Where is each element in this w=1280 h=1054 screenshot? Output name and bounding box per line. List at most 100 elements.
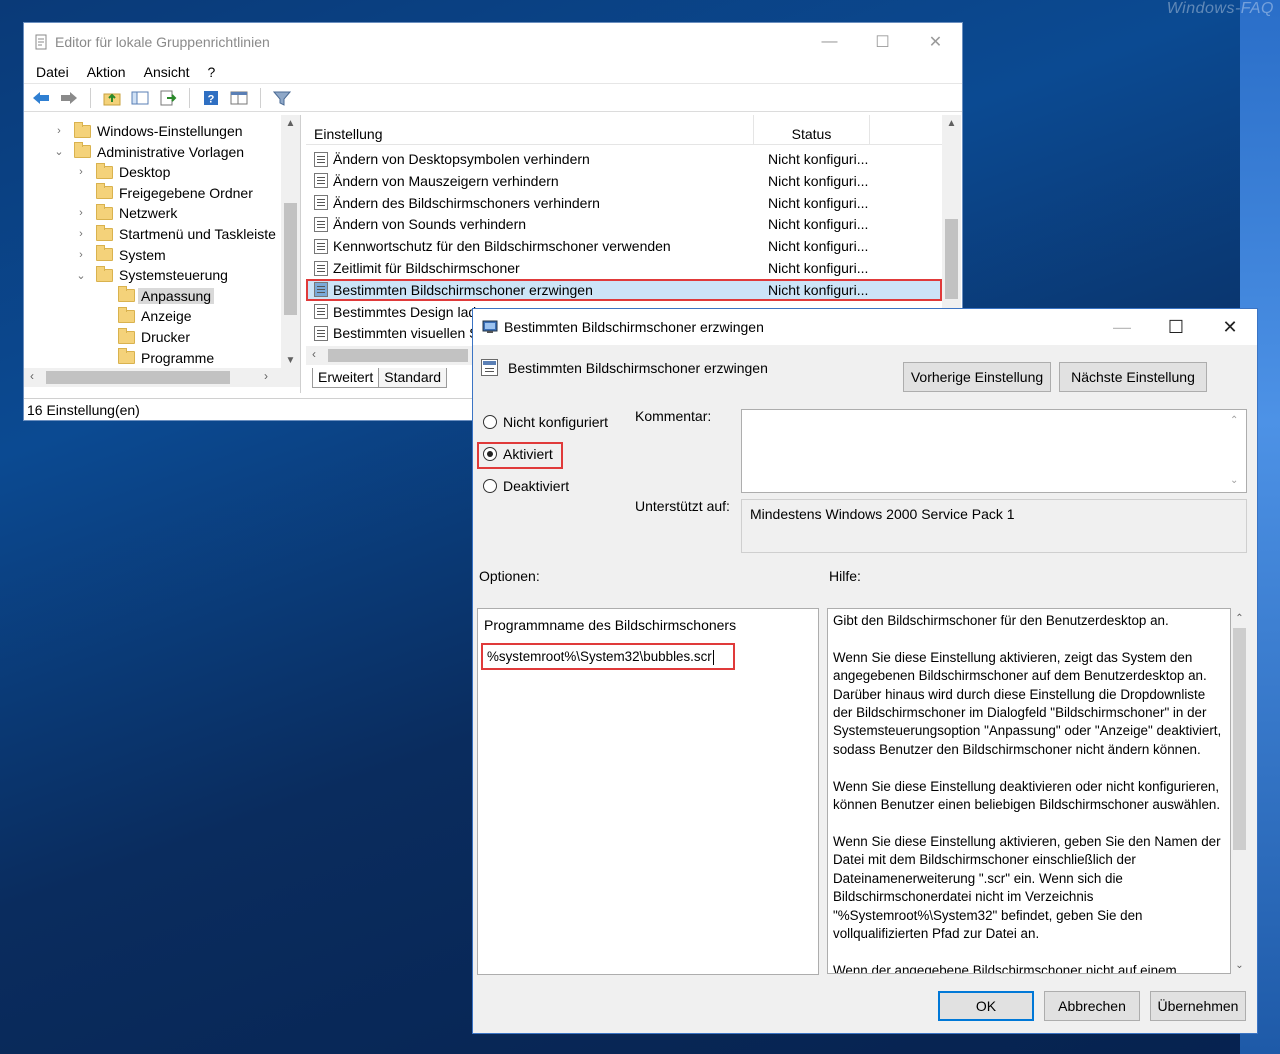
tree-vertical-scrollbar[interactable]: ▲ ▼ [281,115,300,368]
scroll-down-icon[interactable]: ⌄ [1231,960,1248,971]
tree-item[interactable]: › Desktop [74,162,170,182]
tab-standard[interactable]: Standard [379,368,448,388]
next-setting-button[interactable]: Nächste Einstellung [1059,362,1207,392]
folder-icon [96,203,113,220]
toolbar-separator [260,87,261,108]
tree-horizontal-scrollbar[interactable]: ‹ › [24,368,300,387]
expand-down-icon[interactable]: ⌄ [52,145,66,158]
dialog-header: Bestimmten Bildschirmschoner erzwingen [481,359,768,376]
folder-icon [74,121,91,138]
setting-row[interactable]: Ändern von Sounds verhindern Nicht konfig… [306,213,942,235]
setting-row[interactable]: Ändern des Bildschirmschoners verhindern… [306,192,942,214]
radio-not-configured-circle[interactable] [483,415,497,429]
tree-item-label: Administrative Vorlagen [97,143,245,160]
watermark: Windows-FAQ [1166,0,1274,17]
screensaver-program-label: Programmname des Bildschirmschoners [484,617,737,633]
policy-setting-icon [314,325,328,341]
folder-icon [118,286,135,303]
setting-status: Nicht konfiguri... [768,194,869,211]
menu-aktion[interactable]: Aktion [87,64,126,80]
help-icon[interactable]: ? [200,87,222,109]
minimize-button[interactable]: — [803,23,856,60]
maximize-button[interactable]: ☐ [856,23,909,60]
tree-item[interactable]: ⌄ Administrative Vorlagen [52,142,244,162]
comment-textarea[interactable] [741,409,1247,493]
gpo-toolbar: ? [24,84,962,112]
tree-item[interactable]: › Startmenü und Taskleiste [74,224,276,244]
radio-not-configured[interactable]: Nicht konfiguriert [483,414,608,430]
scroll-up-icon[interactable]: ▲ [281,118,300,129]
tree-item[interactable]: Programme [96,348,214,368]
ok-button[interactable]: OK [938,991,1034,1021]
folder-icon [74,142,91,159]
scroll-thumb[interactable] [284,203,297,315]
folder-icon [118,306,135,323]
help-panel: Gibt den Bildschirmschoner für den Benut… [827,608,1231,974]
list-horizontal-scrollbar[interactable]: ‹ [306,346,476,365]
tree-item[interactable]: ⌄ Systemsteuerung [74,265,228,285]
minimize-button[interactable]: — [1095,309,1149,346]
scroll-left-icon[interactable]: ‹ [30,369,34,383]
cancel-button[interactable]: Abbrechen [1044,991,1140,1021]
scroll-thumb[interactable] [1233,628,1246,850]
radio-disabled-circle[interactable] [483,479,497,493]
help-vertical-scrollbar[interactable]: ⌃ ⌄ [1231,610,1248,974]
policy-dialog: Bestimmten Bildschirmschoner erzwingen —… [472,308,1258,1034]
tree-item[interactable]: › System [74,245,166,265]
tree-item-label: Anpassung [138,287,215,304]
menu-datei[interactable]: Datei [36,64,69,80]
up-folder-icon[interactable] [101,87,123,109]
tree-item[interactable]: Anpassung [96,286,215,306]
radio-disabled-label: Deaktiviert [503,478,570,494]
expand-right-icon[interactable]: › [74,249,88,261]
scroll-thumb[interactable] [46,371,230,384]
dialog-titlebar[interactable]: Bestimmten Bildschirmschoner erzwingen —… [473,309,1257,345]
tree-item[interactable]: › Windows-Einstellungen [52,121,243,141]
toolbar-separator [90,87,91,108]
expand-down-icon[interactable]: ⌄ [74,269,88,282]
maximize-button[interactable]: ☐ [1149,309,1203,346]
scroll-right-icon[interactable]: › [264,369,268,383]
previous-setting-button[interactable]: Vorherige Einstellung [903,362,1051,392]
setting-row[interactable]: Kennwortschutz für den Bildschirmschoner… [306,235,942,257]
close-button[interactable]: ✕ [909,23,962,60]
scroll-thumb[interactable] [328,349,468,362]
menu-help[interactable]: ? [208,64,216,80]
gpo-titlebar[interactable]: Editor für lokale Gruppenrichtlinien — ☐… [24,23,962,60]
expand-right-icon[interactable]: › [74,228,88,240]
forward-arrow-icon[interactable] [58,87,80,109]
filter-icon[interactable] [271,87,293,109]
highlight-box-program-input [481,643,735,670]
scroll-up-icon[interactable]: ▲ [942,118,961,129]
export-list-icon[interactable] [157,87,179,109]
tree-item-label: Windows-Einstellungen [97,123,243,139]
radio-disabled[interactable]: Deaktiviert [483,478,569,494]
scroll-left-icon[interactable]: ‹ [312,347,316,361]
expand-right-icon[interactable]: › [52,125,66,137]
column-header-setting[interactable]: Einstellung [306,115,754,145]
scroll-thumb[interactable] [945,219,958,299]
apply-button[interactable]: Übernehmen [1150,991,1246,1021]
column-header-status[interactable]: Status [754,115,870,145]
tree-item[interactable]: Drucker [96,327,190,347]
tab-erweitert[interactable]: Erweitert [312,368,380,388]
properties-view-icon[interactable] [228,87,250,109]
setting-row[interactable]: Ändern von Mauszeigern verhindern Nicht k… [306,170,942,192]
menu-ansicht[interactable]: Ansicht [144,64,190,80]
supported-on-field: Mindestens Windows 2000 Service Pack 1 [741,499,1247,553]
tree-item[interactable]: Freigegebene Ordner [74,183,253,203]
show-hide-tree-icon[interactable] [129,87,151,109]
folder-icon [96,265,113,282]
back-arrow-icon[interactable] [30,87,52,109]
scroll-down-icon[interactable]: ▼ [281,355,300,366]
expand-right-icon[interactable]: › [74,166,88,178]
tree-item[interactable]: Anzeige [96,306,192,326]
scroll-up-icon[interactable]: ⌃ [1231,613,1248,624]
scroll-down-icon: ⌄ [1230,475,1239,486]
setting-row[interactable]: Zeitlimit für Bildschirmschoner Nicht kon… [306,257,942,279]
expand-right-icon[interactable]: › [74,207,88,219]
setting-row[interactable]: Ändern von Desktopsymbolen verhindern Nic… [306,148,942,170]
tree-item[interactable]: › Netzwerk [74,203,177,223]
policy-setting-icon [314,304,328,320]
close-button[interactable]: ✕ [1203,309,1257,346]
